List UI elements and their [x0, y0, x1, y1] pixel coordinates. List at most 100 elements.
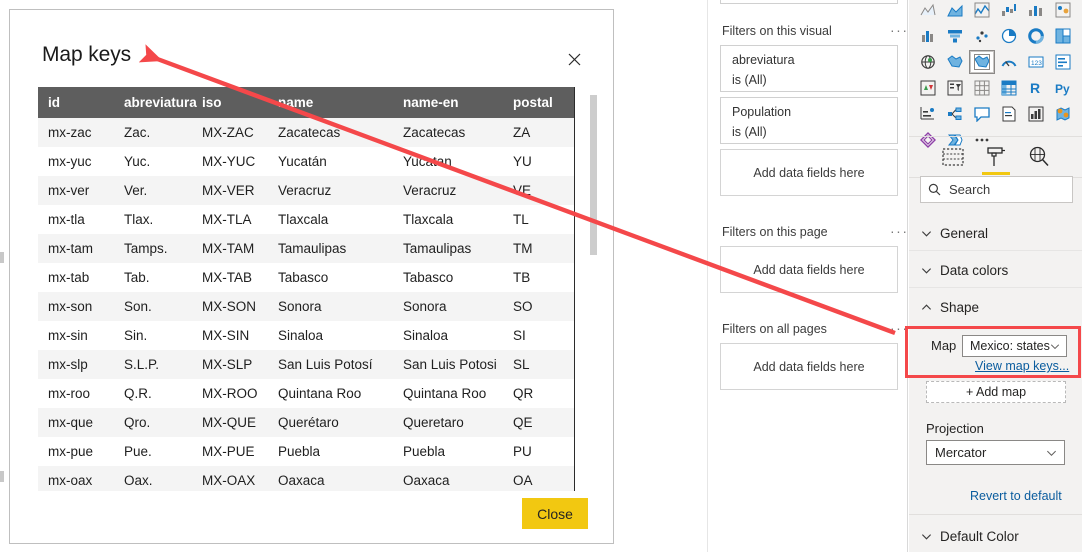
chevron-down-icon	[1050, 344, 1060, 350]
scatter-play-chart-icon[interactable]	[1050, 0, 1076, 22]
view-map-keys-link[interactable]: View map keys...	[975, 359, 1069, 373]
funnel-chart-icon[interactable]	[942, 24, 968, 48]
table-row[interactable]: mx-zac Zac. MX-ZAC Zacatecas Zacatecas ZA	[38, 118, 574, 147]
pie-chart-icon[interactable]	[996, 24, 1022, 48]
table-row[interactable]: mx-tab Tab. MX-TAB Tabasco Tabasco TB	[38, 263, 574, 292]
format-pane-tabs	[909, 140, 1082, 175]
slicer-icon[interactable]	[942, 76, 968, 100]
treemap-icon[interactable]	[1050, 24, 1076, 48]
filled-map-icon[interactable]	[942, 50, 968, 74]
property-section-shape[interactable]: Shape	[909, 290, 1082, 325]
matrix-icon[interactable]	[996, 76, 1022, 100]
filter-dropzone-page[interactable]: Add data fields here	[720, 246, 898, 293]
property-section-general[interactable]: General	[909, 216, 1082, 251]
table-cell-postal: PU	[503, 437, 574, 466]
property-section-data-colors[interactable]: Data colors	[909, 253, 1082, 288]
chevron-up-icon	[921, 304, 932, 310]
filter-dropzone-visual[interactable]: Add data fields here	[720, 149, 898, 196]
area-chart-icon[interactable]	[915, 0, 941, 22]
close-button[interactable]: Close	[522, 498, 588, 529]
search-icon	[928, 183, 941, 196]
table-cell-abreviatura: Tlax.	[114, 205, 192, 234]
globe-map-icon[interactable]	[915, 50, 941, 74]
table-row[interactable]: mx-sin Sin. MX-SIN Sinaloa Sinaloa SI	[38, 321, 574, 350]
kpi-icon[interactable]	[915, 76, 941, 100]
dialog-scrollbar-thumb[interactable]	[590, 95, 597, 255]
filter-card-condition: is (All)	[732, 125, 767, 139]
azure-map-icon[interactable]	[1050, 102, 1076, 126]
table-row[interactable]: mx-roo Q.R. MX-ROO Quintana Roo Quintana Roo…	[38, 379, 574, 408]
table-cell-name: Oaxaca	[268, 466, 393, 491]
filter-dropzone-all-pages[interactable]: Add data fields here	[720, 343, 898, 390]
property-section-label: Data colors	[940, 262, 1009, 278]
ribbon-chart-icon[interactable]	[1023, 0, 1049, 22]
table-cell-abreviatura: Qro.	[114, 408, 192, 437]
table-cell-id: mx-oax	[38, 466, 114, 491]
map-select[interactable]: Mexico: states	[962, 335, 1067, 357]
analytics-tab[interactable]	[1024, 142, 1054, 172]
projection-select-value: Mercator	[935, 445, 987, 460]
table-cell-name: Querétaro	[268, 408, 393, 437]
table-cell-id: mx-ver	[38, 176, 114, 205]
shape-map-icon[interactable]	[969, 50, 995, 74]
close-icon[interactable]	[561, 46, 587, 72]
search-input[interactable]: Search	[920, 176, 1073, 203]
decomposition-tree-icon[interactable]	[942, 102, 968, 126]
table-icon[interactable]	[969, 76, 995, 100]
python-visual-icon[interactable]: Py	[1050, 76, 1076, 100]
donut-chart-icon[interactable]	[1023, 24, 1049, 48]
stacked-area-chart-icon[interactable]	[942, 0, 968, 22]
table-row[interactable]: mx-yuc Yuc. MX-YUC Yucatán Yucatan YU	[38, 147, 574, 176]
waterfall-chart-icon[interactable]	[996, 0, 1022, 22]
fields-tab[interactable]	[938, 142, 968, 172]
table-row[interactable]: mx-que Qro. MX-QUE Querétaro Queretaro QE	[38, 408, 574, 437]
table-cell-name-en: Veracruz	[393, 176, 503, 205]
multi-row-card-icon[interactable]	[1050, 50, 1076, 74]
clustered-column-chart-icon[interactable]	[915, 24, 941, 48]
filter-card-abreviatura[interactable]: abreviatura is (All)	[720, 45, 898, 92]
chevron-down-icon	[1047, 450, 1056, 456]
card-icon[interactable]: 123	[1023, 50, 1049, 74]
line-area-chart-icon[interactable]	[969, 0, 995, 22]
add-map-button[interactable]: + Add map	[926, 381, 1066, 403]
table-row[interactable]: mx-tla Tlax. MX-TLA Tlaxcala Tlaxcala TL	[38, 205, 574, 234]
column-header-iso: iso	[192, 87, 268, 118]
map-keys-table-container[interactable]: id abreviatura iso name name-en postal m…	[38, 87, 575, 491]
paginated-report-icon[interactable]	[996, 102, 1022, 126]
property-section-default-color[interactable]: Default Color	[909, 519, 1082, 552]
table-cell-abreviatura: Tab.	[114, 263, 192, 292]
projection-select[interactable]: Mercator	[926, 440, 1065, 465]
visualization-icon-grid: 123 R Py	[915, 0, 1076, 152]
table-cell-name-en: Tlaxcala	[393, 205, 503, 234]
left-edge-tick-lower	[0, 471, 4, 482]
table-row[interactable]: mx-ver Ver. MX-VER Veracruz Veracruz VE	[38, 176, 574, 205]
scatter-chart-icon[interactable]	[969, 24, 995, 48]
card-icon-glyph: 123	[1028, 56, 1044, 68]
table-row[interactable]: mx-oax Oax. MX-OAX Oaxaca Oaxaca OA	[38, 466, 574, 491]
ellipsis-icon[interactable]: ···	[890, 320, 909, 336]
table-row[interactable]: mx-son Son. MX-SON Sonora Sonora SO	[38, 292, 574, 321]
table-cell-id: mx-son	[38, 292, 114, 321]
table-cell-name: Tlaxcala	[268, 205, 393, 234]
table-cell-name: Yucatán	[268, 147, 393, 176]
key-influencers-icon[interactable]	[915, 102, 941, 126]
revert-to-default-link[interactable]: Revert to default	[970, 489, 1062, 503]
filter-card-population[interactable]: Population is (All)	[720, 97, 898, 144]
table-cell-id: mx-roo	[38, 379, 114, 408]
ribbon-chart-icon-glyph	[1029, 6, 1042, 16]
q-and-a-icon[interactable]	[969, 102, 995, 126]
visualization-gallery: 123 R Py	[909, 0, 1082, 148]
gauge-icon[interactable]	[996, 50, 1022, 74]
format-tab[interactable]	[981, 142, 1011, 175]
ellipsis-icon[interactable]: ···	[890, 223, 909, 239]
table-cell-abreviatura: Zac.	[114, 118, 192, 147]
table-row[interactable]: mx-slp S.L.P. MX-SLP San Luis Potosí San Lui…	[38, 350, 574, 379]
smart-narrative-icon[interactable]	[1023, 102, 1049, 126]
ellipsis-icon[interactable]: ···	[890, 22, 909, 38]
table-row[interactable]: mx-tam Tamps. MX-TAM Tamaulipas Tamaulipas TM	[38, 234, 574, 263]
table-cell-name-en: Yucatan	[393, 147, 503, 176]
table-row[interactable]: mx-pue Pue. MX-PUE Puebla Puebla PU	[38, 437, 574, 466]
r-script-visual-icon[interactable]: R	[1023, 76, 1049, 100]
divider	[909, 136, 1082, 137]
table-cell-id: mx-zac	[38, 118, 114, 147]
